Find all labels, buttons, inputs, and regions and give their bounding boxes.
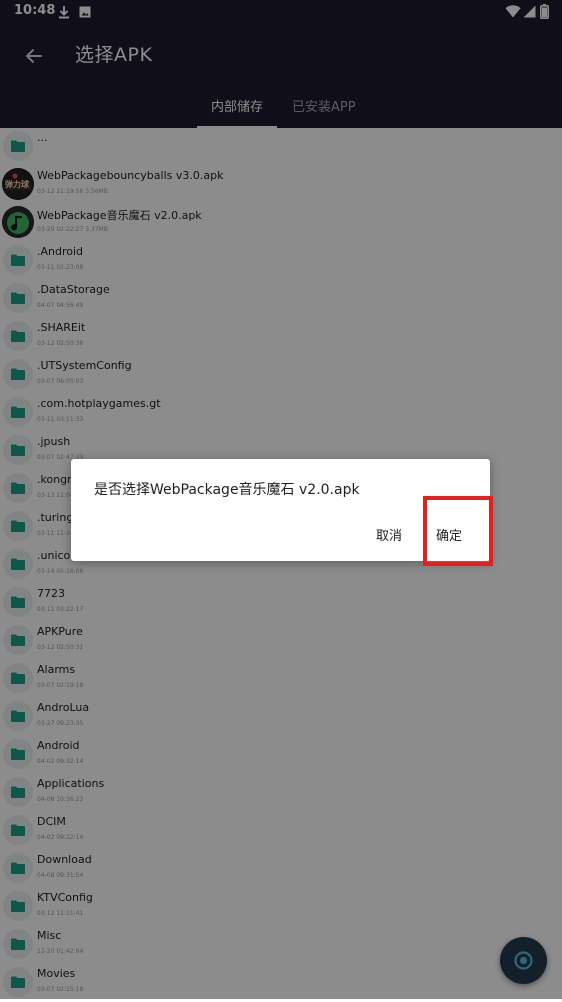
highlight-box bbox=[423, 496, 493, 566]
cancel-button[interactable]: 取消 bbox=[376, 525, 402, 544]
dialog-message: 是否选择WebPackage音乐魔石 v2.0.apk bbox=[94, 482, 360, 498]
search-fab-button[interactable] bbox=[500, 937, 547, 984]
